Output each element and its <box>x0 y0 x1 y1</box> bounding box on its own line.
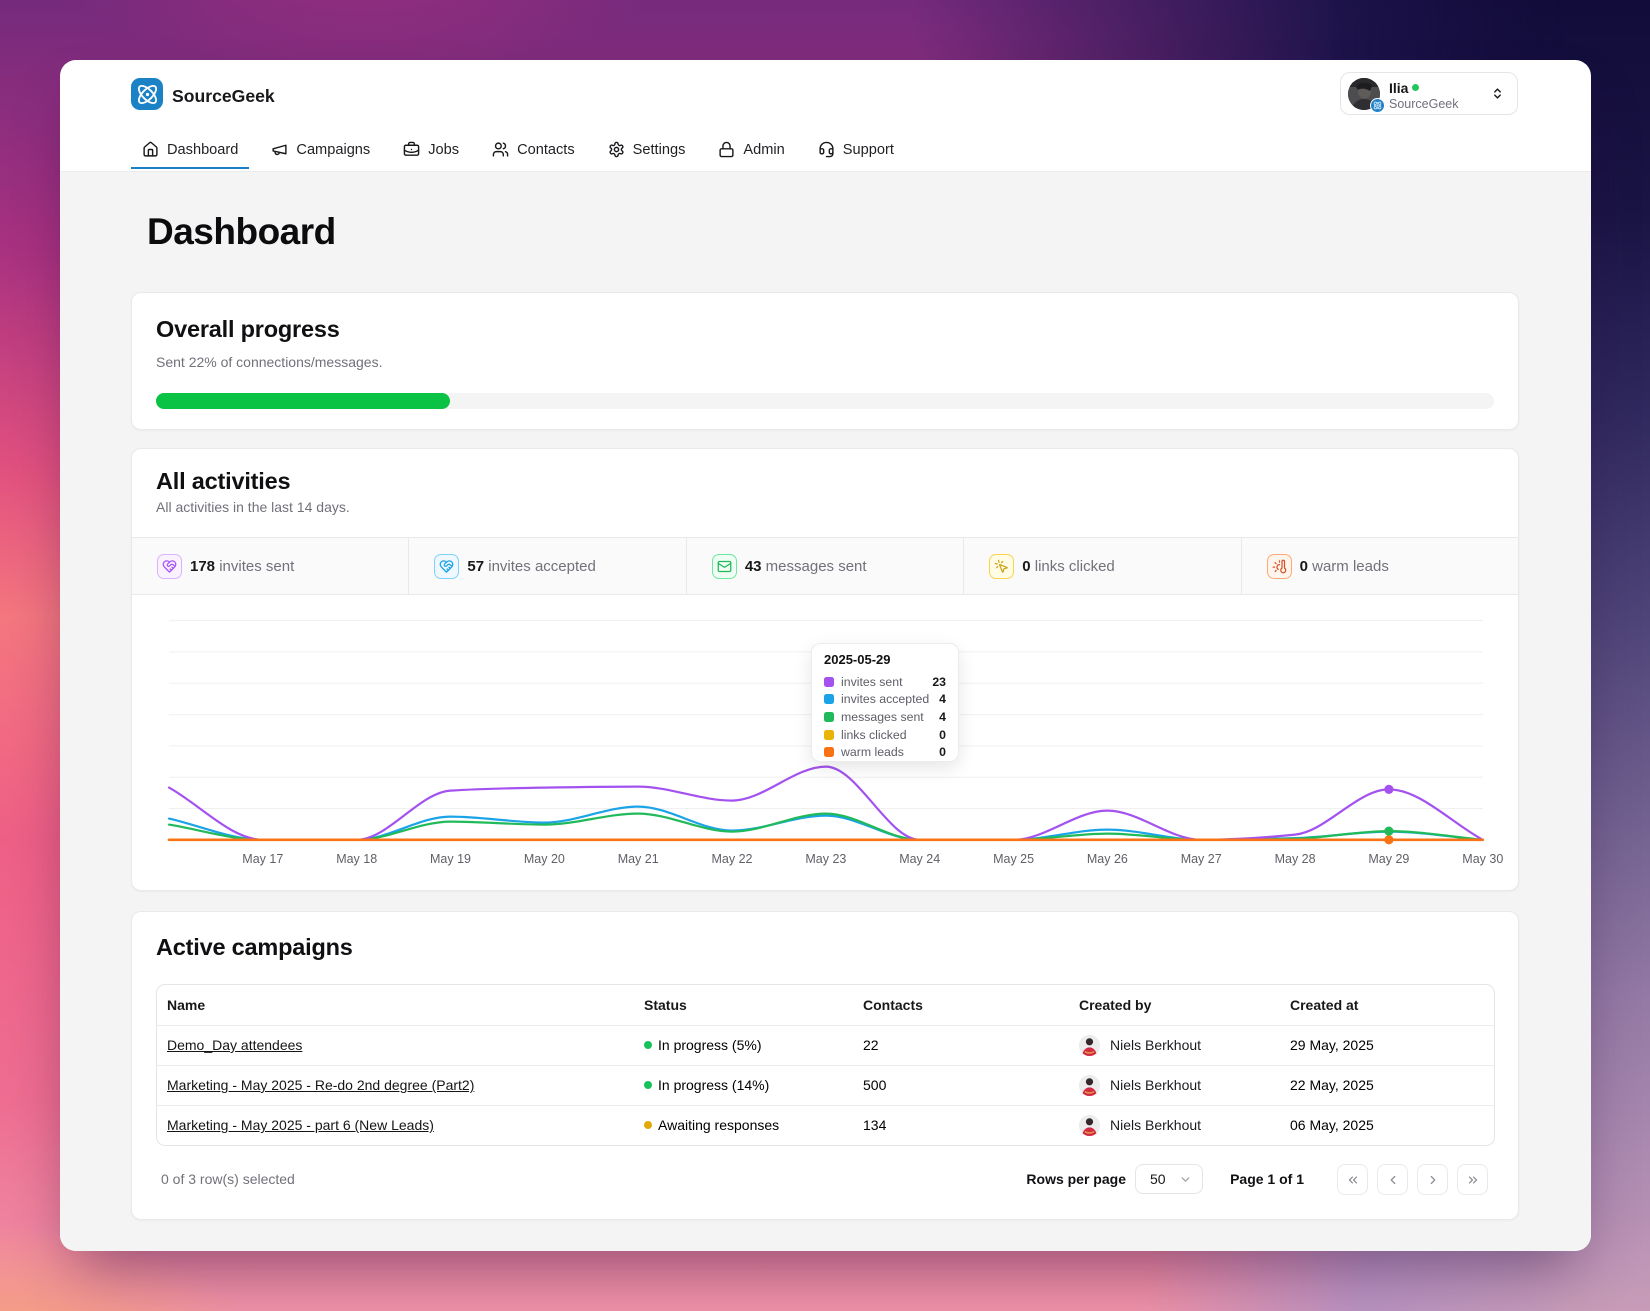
svg-text:May 30: May 30 <box>1462 852 1503 866</box>
svg-text:May 25: May 25 <box>993 852 1034 866</box>
svg-text:May 19: May 19 <box>430 852 471 866</box>
svg-text:May 24: May 24 <box>899 852 940 866</box>
svg-text:May 21: May 21 <box>618 852 659 866</box>
svg-text:May 17: May 17 <box>242 852 283 866</box>
svg-text:May 28: May 28 <box>1275 852 1316 866</box>
svg-text:May 20: May 20 <box>524 852 565 866</box>
svg-text:May 23: May 23 <box>805 852 846 866</box>
svg-text:May 18: May 18 <box>336 852 377 866</box>
svg-text:May 26: May 26 <box>1087 852 1128 866</box>
svg-text:May 22: May 22 <box>712 852 753 866</box>
svg-text:May 27: May 27 <box>1181 852 1222 866</box>
svg-text:May 29: May 29 <box>1368 852 1409 866</box>
